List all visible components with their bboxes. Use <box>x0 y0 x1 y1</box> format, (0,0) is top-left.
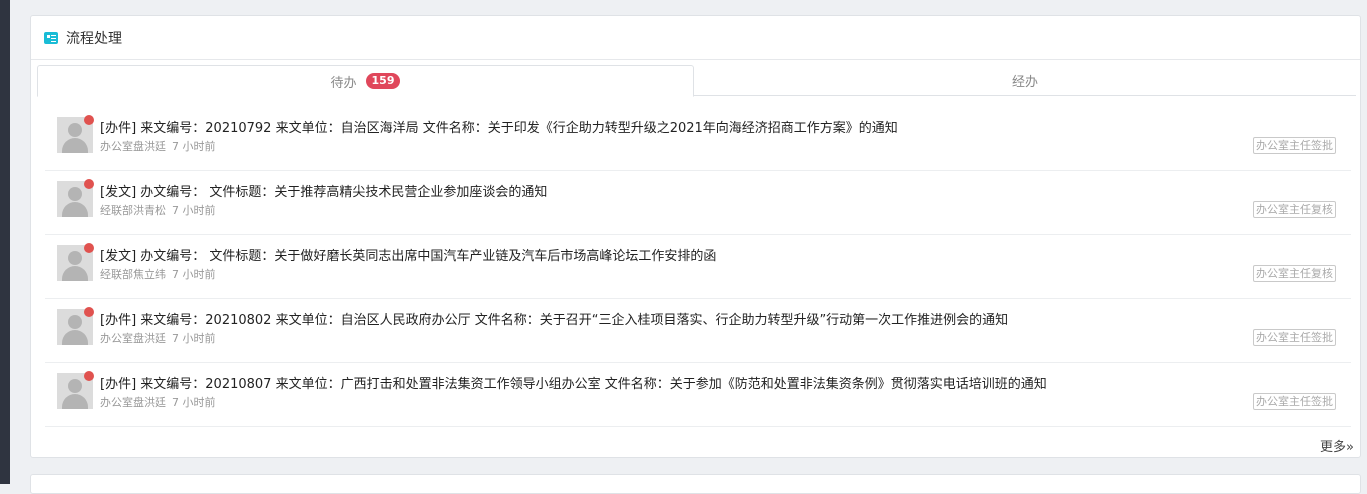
item-sender: 经联部洪青松 <box>100 204 166 217</box>
unread-dot <box>84 307 94 317</box>
item-sender: 办公室盘洪廷 <box>100 140 166 153</box>
status-tag: 办公室主任签批 <box>1253 137 1336 154</box>
workflow-panel: 流程处理 待办 159 经办 [办件] 来文编号：20210792 来文单位：自… <box>30 15 1361 458</box>
item-title[interactable]: [办件] 来文编号：20210802 来文单位：自治区人民政府办公厅 文件名称：… <box>100 309 1008 328</box>
item-meta: 办公室盘洪廷 7 小时前 <box>100 330 216 346</box>
unread-dot <box>84 115 94 125</box>
item-meta: 经联部洪青松 7 小时前 <box>100 202 216 218</box>
status-tag: 办公室主任复核 <box>1253 265 1336 282</box>
status-tag: 办公室主任签批 <box>1253 393 1336 410</box>
tab-pending-label: 待办 <box>330 75 357 91</box>
unread-dot <box>84 243 94 253</box>
status-tag: 办公室主任签批 <box>1253 329 1336 346</box>
sidebar-edge <box>0 0 10 484</box>
item-time: 7 小时前 <box>172 332 216 345</box>
pending-count-badge: 159 <box>365 73 401 89</box>
item-title[interactable]: [办件] 来文编号：20210807 来文单位：广西打击和处置非法集资工作领导小… <box>100 373 1047 392</box>
item-meta: 经联部焦立纬 7 小时前 <box>100 266 216 282</box>
tab-handled-label: 经办 <box>1011 75 1038 90</box>
item-time: 7 小时前 <box>172 268 216 281</box>
item-title[interactable]: [办件] 来文编号：20210792 来文单位：自治区海洋局 文件名称：关于印发… <box>100 117 898 136</box>
list-item[interactable]: [办件] 来文编号：20210792 来文单位：自治区海洋局 文件名称：关于印发… <box>45 107 1351 171</box>
tab-handled[interactable]: 经办 <box>694 65 1356 96</box>
list-item[interactable]: [发文] 办文编号： 文件标题：关于做好磨长英同志出席中国汽车产业链及汽车后市场… <box>45 235 1351 299</box>
tab-pending[interactable]: 待办 159 <box>37 65 694 97</box>
list-item[interactable]: [办件] 来文编号：20210807 来文单位：广西打击和处置非法集资工作领导小… <box>45 363 1351 427</box>
more-link[interactable]: 更多» <box>1320 436 1354 455</box>
list-item[interactable]: [办件] 来文编号：20210802 来文单位：自治区人民政府办公厅 文件名称：… <box>45 299 1351 363</box>
panel-header: 流程处理 <box>31 16 1360 60</box>
next-panel <box>30 474 1361 494</box>
item-meta: 办公室盘洪廷 7 小时前 <box>100 394 216 410</box>
task-list: [办件] 来文编号：20210792 来文单位：自治区海洋局 文件名称：关于印发… <box>45 107 1351 427</box>
item-time: 7 小时前 <box>172 140 216 153</box>
status-tag: 办公室主任复核 <box>1253 201 1336 218</box>
tab-bar: 待办 159 经办 <box>37 65 1356 97</box>
unread-dot <box>84 371 94 381</box>
item-time: 7 小时前 <box>172 204 216 217</box>
item-title[interactable]: [发文] 办文编号： 文件标题：关于做好磨长英同志出席中国汽车产业链及汽车后市场… <box>100 245 716 264</box>
item-title[interactable]: [发文] 办文编号： 文件标题：关于推荐高精尖技术民营企业参加座谈会的通知 <box>100 181 547 200</box>
card-icon <box>44 31 58 44</box>
panel-title: 流程处理 <box>66 30 122 47</box>
unread-dot <box>84 179 94 189</box>
item-sender: 经联部焦立纬 <box>100 268 166 281</box>
item-sender: 办公室盘洪廷 <box>100 396 166 409</box>
item-sender: 办公室盘洪廷 <box>100 332 166 345</box>
item-time: 7 小时前 <box>172 396 216 409</box>
list-item[interactable]: [发文] 办文编号： 文件标题：关于推荐高精尖技术民营企业参加座谈会的通知 经联… <box>45 171 1351 235</box>
item-meta: 办公室盘洪廷 7 小时前 <box>100 138 216 154</box>
